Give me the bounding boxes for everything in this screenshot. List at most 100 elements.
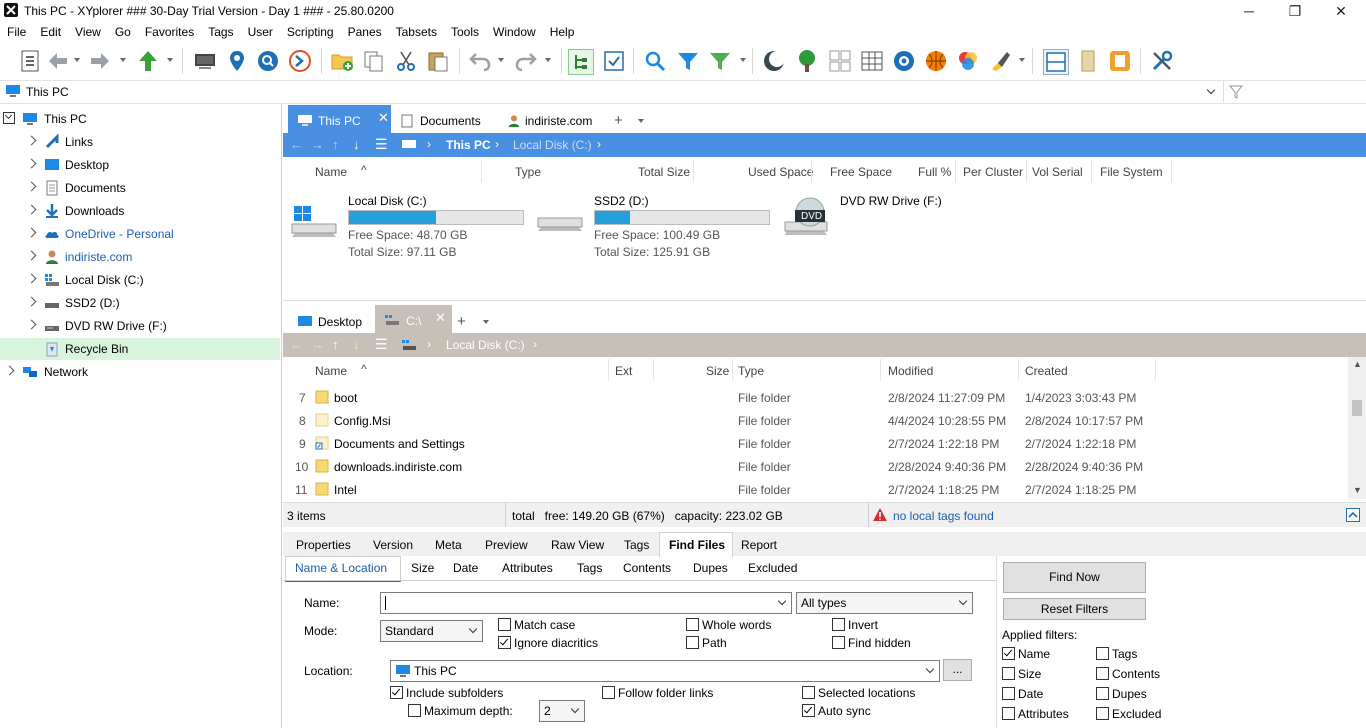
tree-item-ssd2-d[interactable]: SSD2 (D:) xyxy=(0,292,280,314)
add-tab-button[interactable]: + xyxy=(614,112,623,129)
filter-excluded-checkbox[interactable] xyxy=(1096,707,1109,720)
undo-icon[interactable] xyxy=(468,49,492,73)
subtab-attributes[interactable]: Attributes xyxy=(502,561,553,575)
col-modified[interactable]: Modified xyxy=(888,364,933,378)
col-per-cluster[interactable]: Per Cluster xyxy=(963,165,1023,179)
menu-tags[interactable]: Tags xyxy=(201,22,240,42)
expand-icon[interactable] xyxy=(26,250,37,261)
filter-name-label[interactable]: Name xyxy=(1018,647,1050,661)
menu-user[interactable]: User xyxy=(241,22,280,42)
crumb-local-disk[interactable]: Local Disk (C:) xyxy=(513,138,592,152)
find-circle-icon[interactable] xyxy=(256,49,280,73)
expand-icon[interactable] xyxy=(26,181,37,192)
crumb-local-disk[interactable]: Local Disk (C:) xyxy=(446,338,525,352)
path-label[interactable]: Path xyxy=(702,636,727,650)
tab-report[interactable]: Report xyxy=(741,538,777,552)
status-tags[interactable]: no local tags found xyxy=(893,509,994,523)
restore-button[interactable]: ❐ xyxy=(1272,0,1318,22)
menu-go[interactable]: Go xyxy=(108,22,138,42)
include-subfolders-checkbox[interactable] xyxy=(390,686,403,699)
find-hidden-label[interactable]: Find hidden xyxy=(848,636,911,650)
ignore-diacritics-checkbox[interactable] xyxy=(498,636,511,649)
filter-dupes-label[interactable]: Dupes xyxy=(1112,687,1147,701)
auto-sync-checkbox[interactable] xyxy=(802,704,815,717)
tab-c-drive[interactable]: C:\ ✕ xyxy=(375,305,452,333)
col-type[interactable]: Type xyxy=(738,364,764,378)
expand-icon[interactable] xyxy=(4,365,15,376)
minimize-button[interactable]: ─ xyxy=(1226,0,1272,22)
computer-icon[interactable] xyxy=(193,49,217,73)
tools-icon[interactable] xyxy=(1150,49,1174,73)
match-case-label[interactable]: Match case xyxy=(514,618,575,632)
subtab-excluded[interactable]: Excluded xyxy=(748,561,797,575)
browse-button[interactable]: ... xyxy=(943,659,972,681)
menu-panes[interactable]: Panes xyxy=(341,22,389,42)
table-row[interactable]: 11 Intel File folder 2/7/2024 1:18:25 PM… xyxy=(283,478,1345,501)
col-vol-serial[interactable]: Vol Serial xyxy=(1032,165,1083,179)
tab-close-icon[interactable]: ✕ xyxy=(378,110,389,126)
goto-icon[interactable] xyxy=(288,49,312,73)
drive-tile-f[interactable]: DVD DVD RW Drive (F:) xyxy=(783,190,983,245)
new-folder-icon[interactable] xyxy=(330,49,354,73)
up-icon[interactable] xyxy=(136,49,160,73)
location-input[interactable]: This PC xyxy=(390,660,940,682)
tree-item-desktop[interactable]: Desktop xyxy=(0,154,280,176)
col-size[interactable]: Size xyxy=(706,364,729,378)
tab-this-pc[interactable]: This PC ✕ xyxy=(288,105,391,133)
menu-tools[interactable]: Tools xyxy=(444,22,486,42)
paste-icon[interactable] xyxy=(426,49,450,73)
drive-tile-c[interactable]: Local Disk (C:) Free Space: 48.70 GB Tot… xyxy=(290,190,530,260)
max-depth-select[interactable]: 2 xyxy=(539,700,585,722)
menu-scripting[interactable]: Scripting xyxy=(280,22,341,42)
type-select[interactable]: All types xyxy=(796,592,973,614)
nav-up-icon[interactable]: ↑ xyxy=(332,337,339,352)
expand-icon[interactable] xyxy=(26,135,37,146)
expand-icon[interactable] xyxy=(26,296,37,307)
filter-size-label[interactable]: Size xyxy=(1018,667,1041,681)
filter-excluded-label[interactable]: Excluded xyxy=(1112,707,1161,721)
tab-version[interactable]: Version xyxy=(373,538,413,552)
follow-links-label[interactable]: Follow folder links xyxy=(618,686,713,700)
expand-icon[interactable] xyxy=(26,204,37,215)
tab-desktop[interactable]: Desktop xyxy=(288,305,373,333)
table-row[interactable]: 10 downloads.indiriste.com File folder 2… xyxy=(283,455,1345,478)
address-path[interactable]: This PC xyxy=(26,85,69,99)
tree-item-indiriste[interactable]: indiriste.com xyxy=(0,246,280,268)
nav-forward-icon[interactable]: → xyxy=(311,337,324,352)
thumbnails-icon[interactable] xyxy=(828,49,852,73)
filter-attributes-label[interactable]: Attributes xyxy=(1018,707,1069,721)
tab-properties[interactable]: Properties xyxy=(296,538,351,552)
expand-icon[interactable] xyxy=(26,227,37,238)
tab-close-icon[interactable]: ✕ xyxy=(435,310,446,326)
scroll-down-icon[interactable]: ▼ xyxy=(1353,485,1362,495)
drive-tile-d[interactable]: SSD2 (D:) Free Space: 100.49 GB Total Si… xyxy=(536,190,776,260)
table-row[interactable]: 9 Documents and Settings File folder 2/7… xyxy=(283,432,1345,455)
filter-attributes-checkbox[interactable] xyxy=(1002,707,1015,720)
tab-indiriste[interactable]: indiriste.com xyxy=(501,105,606,133)
expand-icon[interactable] xyxy=(26,158,37,169)
tab-meta[interactable]: Meta xyxy=(435,538,462,552)
address-dropdown-icon[interactable] xyxy=(1206,85,1216,95)
menu-view[interactable]: View xyxy=(68,22,108,42)
chevron-down-icon[interactable] xyxy=(925,664,935,674)
whole-words-checkbox[interactable] xyxy=(686,618,699,631)
invert-label[interactable]: Invert xyxy=(848,618,878,632)
filter-tags-checkbox[interactable] xyxy=(1096,647,1109,660)
col-name[interactable]: Name xyxy=(315,364,347,378)
tree-item-network[interactable]: Network xyxy=(0,361,280,383)
global-filter-icon[interactable] xyxy=(708,49,732,73)
menu-favorites[interactable]: Favorites xyxy=(138,22,201,42)
nav-down-icon[interactable]: ↓ xyxy=(353,337,360,352)
filter-size-checkbox[interactable] xyxy=(1002,667,1015,680)
nav-down-icon[interactable]: ↓ xyxy=(353,137,360,152)
settings-gear-icon[interactable] xyxy=(892,49,916,73)
col-used-space[interactable]: Used Space xyxy=(748,165,813,179)
reset-filters-button[interactable]: Reset Filters xyxy=(1003,598,1146,620)
checkbox-view-icon[interactable] xyxy=(602,49,626,73)
col-name[interactable]: Name xyxy=(315,165,347,179)
color-filter-icon[interactable] xyxy=(956,49,980,73)
toolbar-menu-icon[interactable] xyxy=(20,49,40,73)
ignore-diacritics-label[interactable]: Ignore diacritics xyxy=(514,636,598,650)
chevron-down-icon[interactable] xyxy=(777,596,787,606)
tab-raw-view[interactable]: Raw View xyxy=(551,538,604,552)
